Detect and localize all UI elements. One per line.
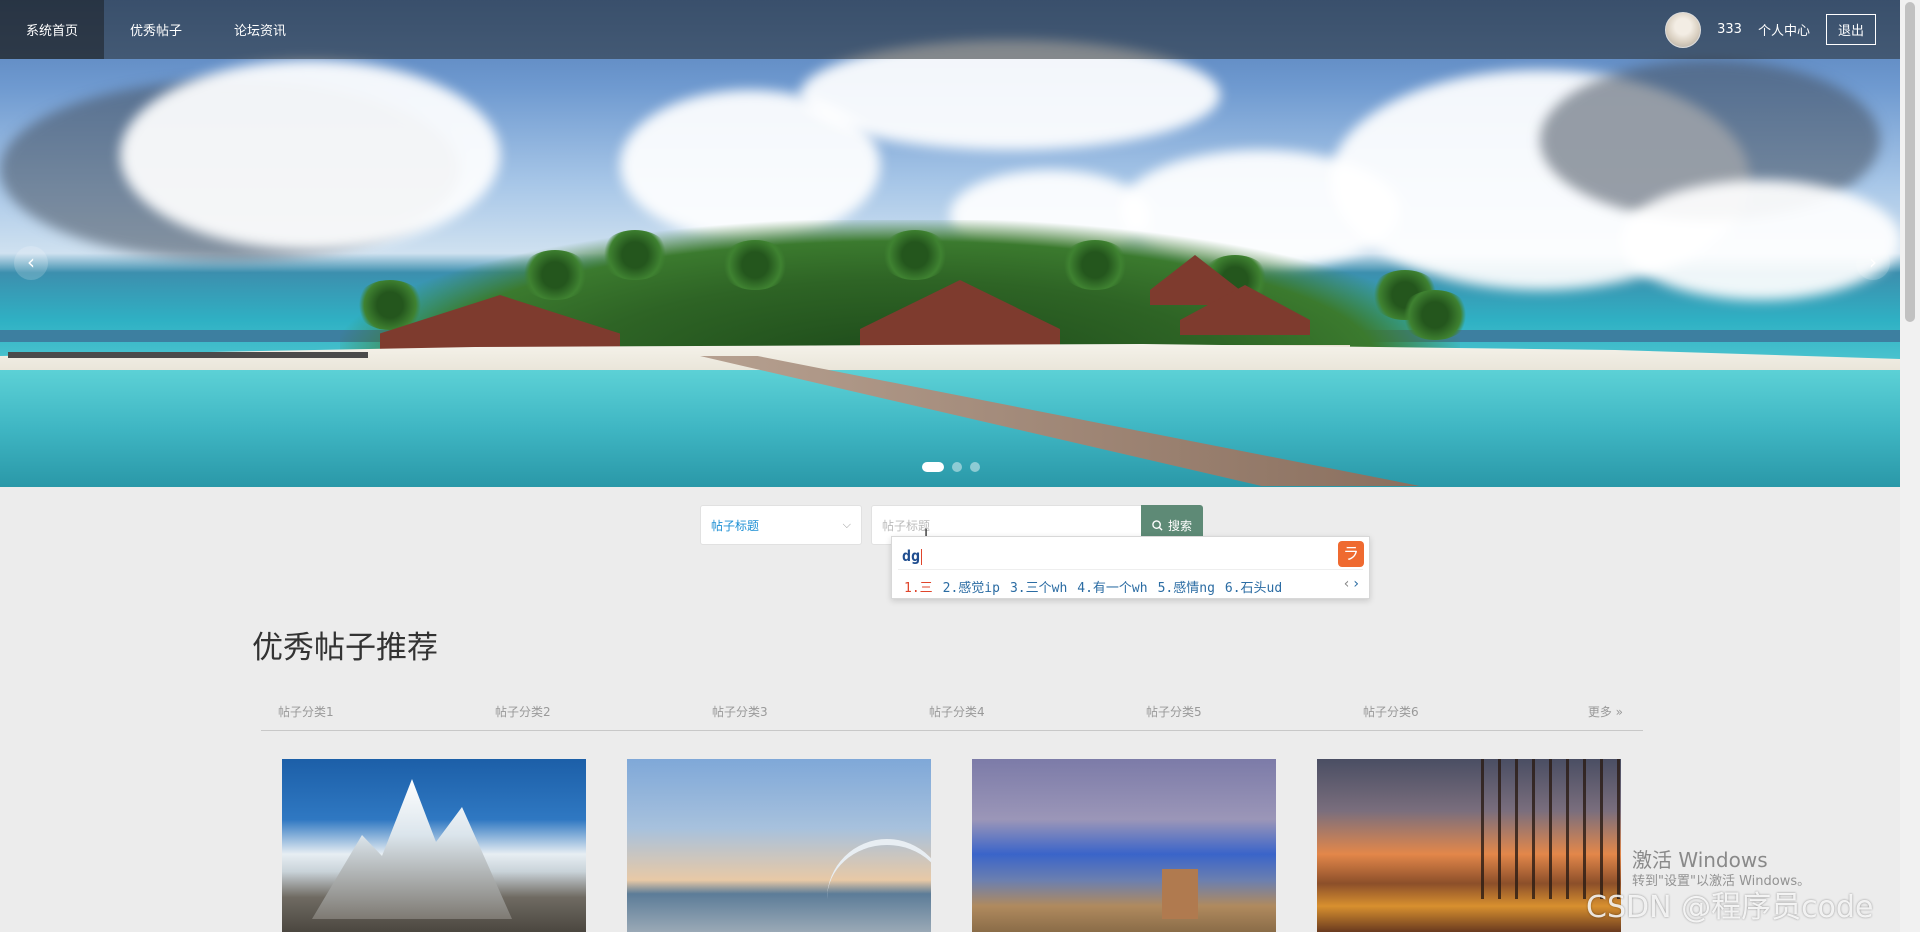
ime-candidate[interactable]: 5.感情ng	[1158, 577, 1215, 596]
ime-prev-page-icon[interactable]: ‹	[1344, 576, 1350, 592]
chevron-left-icon: ‹	[27, 250, 35, 274]
ime-candidate[interactable]: 3.三个wh	[1010, 577, 1067, 596]
palm-tree	[720, 240, 790, 290]
category-bar: 帖子分类1 帖子分类2 帖子分类3 帖子分类4 帖子分类5 帖子分类6 更多 »	[261, 693, 1643, 731]
post-card-image-tower[interactable]	[972, 759, 1276, 932]
category-tab-4[interactable]: 帖子分类4	[912, 703, 1129, 720]
post-card-image-sunset-trees[interactable]	[1317, 759, 1621, 932]
search-field-select[interactable]: 帖子标题 ⌵	[700, 505, 862, 545]
category-tab-2[interactable]: 帖子分类2	[478, 703, 695, 720]
palm-tree	[520, 250, 590, 300]
mountain-shape	[312, 779, 512, 919]
avatar[interactable]	[1665, 11, 1702, 48]
category-tab-3[interactable]: 帖子分类3	[695, 703, 912, 720]
chevron-right-icon: ›	[1869, 250, 1877, 274]
search-button-label: 搜索	[1167, 518, 1192, 533]
palm-tree	[1400, 290, 1470, 340]
search-field-select-value: 帖子标题	[711, 518, 760, 533]
search-input-placeholder: 帖子标题	[882, 518, 931, 533]
palm-tree	[600, 230, 670, 280]
ime-candidates: 1.三 2.感觉ip 3.三个wh 4.有一个wh 5.感情ng 6.石头ud	[904, 577, 1282, 596]
bridge-arch-shape	[827, 839, 931, 899]
scrollbar-thumb[interactable]	[1905, 2, 1915, 322]
ime-page-nav: ‹ ›	[1344, 576, 1359, 592]
csdn-watermark: CSDN @程序员code	[1586, 890, 1874, 925]
carousel-indicators	[922, 462, 980, 472]
hero-carousel[interactable]: ‹ ›	[0, 0, 1900, 487]
ime-divider	[898, 569, 1363, 570]
page: ‹ › 系统首页 优秀帖子 论坛资讯 333 个人中心 退出 帖子标题 ⌵ 帖子…	[0, 0, 1920, 932]
category-tab-6[interactable]: 帖子分类6	[1346, 703, 1563, 720]
ime-next-page-icon[interactable]: ›	[1353, 576, 1359, 592]
tower-shape	[1162, 869, 1198, 919]
ime-candidate[interactable]: 4.有一个wh	[1077, 577, 1147, 596]
logout-button[interactable]: 退出	[1825, 14, 1876, 45]
post-card-image-bridge[interactable]	[627, 759, 931, 932]
ime-candidate[interactable]: 2.感觉ip	[943, 577, 1000, 596]
trees-shape	[1467, 759, 1621, 899]
top-nav: 系统首页 优秀帖子 论坛资讯 333 个人中心 退出	[0, 0, 1900, 59]
ime-candidate[interactable]: 6.石头ud	[1225, 577, 1282, 596]
category-tab-5[interactable]: 帖子分类5	[1129, 703, 1346, 720]
nav-item-home[interactable]: 系统首页	[0, 0, 105, 59]
post-card-image-mountain[interactable]	[282, 759, 586, 932]
carousel-dot-1[interactable]	[922, 462, 944, 472]
ime-candidate-window[interactable]: dg ラ 1.三 2.感觉ip 3.三个wh 4.有一个wh 5.感情ng 6.…	[891, 536, 1370, 599]
windows-activation-title: 激活 Windows	[1632, 848, 1768, 872]
carousel-prev-button[interactable]: ‹	[14, 246, 48, 280]
profile-link[interactable]: 个人中心	[1758, 20, 1810, 39]
scrollbar[interactable]	[1900, 0, 1920, 932]
search-icon	[1152, 519, 1163, 531]
carousel-dot-3[interactable]	[970, 462, 980, 472]
pier-left	[8, 352, 368, 358]
category-tab-1[interactable]: 帖子分类1	[261, 703, 478, 720]
username: 333	[1717, 22, 1742, 37]
ime-composition: dg	[902, 547, 923, 565]
ime-candidate[interactable]: 1.三	[904, 577, 933, 596]
ime-logo-icon[interactable]: ラ	[1338, 541, 1364, 567]
carousel-dot-2[interactable]	[952, 462, 962, 472]
nav-user-area: 333 个人中心 退出	[1665, 11, 1900, 48]
cloud-shape	[1620, 180, 1900, 300]
nav-item-forum-news[interactable]: 论坛资讯	[208, 0, 312, 59]
palm-tree	[880, 230, 950, 280]
nav-item-excellent-posts[interactable]: 优秀帖子	[104, 0, 208, 59]
section-title: 优秀帖子推荐	[252, 630, 438, 666]
chevron-down-icon: ⌵	[842, 518, 851, 531]
more-link[interactable]: 更多 »	[1588, 703, 1643, 720]
palm-tree	[1060, 240, 1130, 290]
carousel-next-button[interactable]: ›	[1856, 246, 1890, 280]
